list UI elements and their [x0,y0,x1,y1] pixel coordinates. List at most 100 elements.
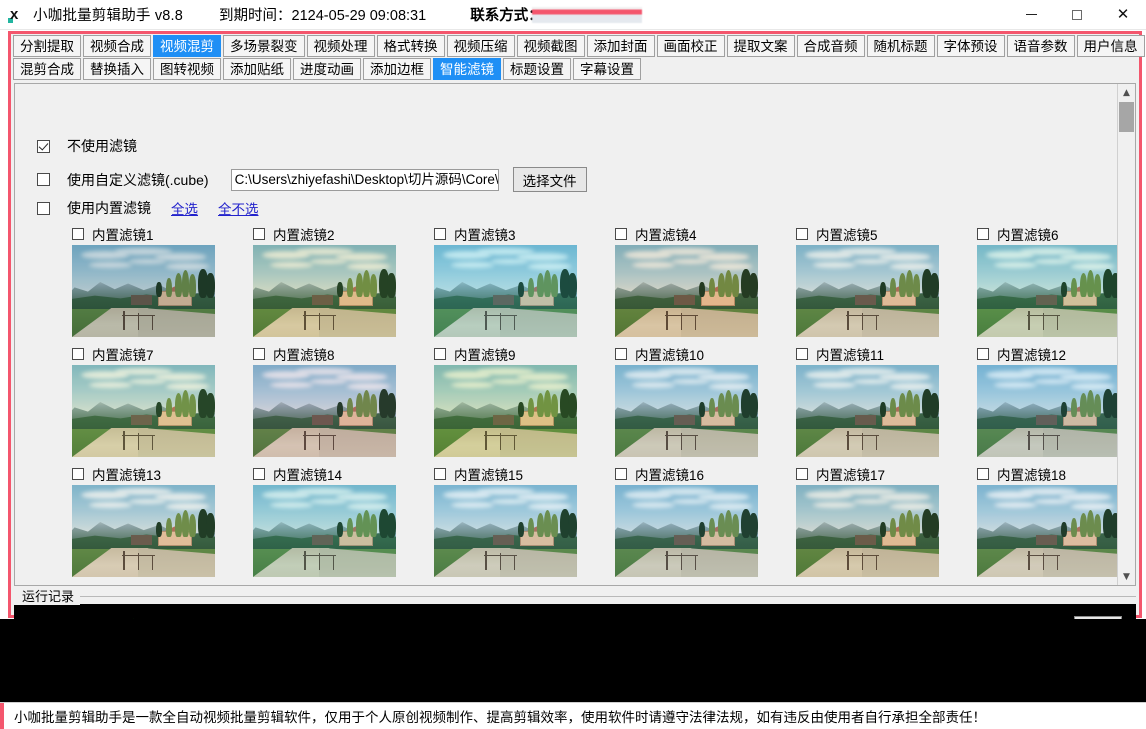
checkbox-filter-14[interactable] [253,468,265,480]
filter-cell-header[interactable]: 内置滤镜3 [393,224,569,244]
tab-primary-1[interactable]: 分割提取 [13,35,81,57]
checkbox-filter-18[interactable] [977,468,989,480]
choose-file-button[interactable]: 选择文件 [512,167,587,192]
filter-cell-header[interactable]: 内置滤镜23 [755,584,931,585]
checkbox-filter-1[interactable] [72,228,84,240]
tab-primary-10[interactable]: 画面校正 [656,35,725,57]
tab-primary-11[interactable]: 提取文案 [726,35,795,57]
filter-preview-thumbnail[interactable] [796,485,939,577]
filter-cell-header[interactable]: 内置滤镜24 [936,584,1112,585]
tab-primary-13[interactable]: 随机标题 [866,35,935,57]
checkbox-filter-17[interactable] [796,468,808,480]
checkbox-filter-15[interactable] [434,468,446,480]
tab-primary-8[interactable]: 视频截图 [516,35,585,57]
tab-primary-15[interactable]: 语音参数 [1006,35,1075,57]
filter-preview-thumbnail[interactable] [253,485,396,577]
tab-secondary-4[interactable]: 添加贴纸 [223,58,291,80]
filter-preview-thumbnail[interactable] [434,365,577,457]
filter-preview-thumbnail[interactable] [615,365,758,457]
tab-secondary-6[interactable]: 添加边框 [363,58,431,80]
filter-preview-thumbnail[interactable] [253,365,396,457]
filter-preview-thumbnail[interactable] [72,485,215,577]
select-none-link[interactable]: 全不选 [218,198,259,218]
filter-cell-header[interactable]: 内置滤镜6 [936,224,1112,244]
tab-primary-2[interactable]: 视频合成 [83,35,151,57]
checkbox-filter-7[interactable] [72,348,84,360]
checkbox-filter-6[interactable] [977,228,989,240]
minimize-button[interactable] [1008,0,1054,30]
filter-preview-thumbnail[interactable] [72,365,215,457]
checkbox-filter-16[interactable] [615,468,627,480]
tab-primary-9[interactable]: 添加封面 [586,35,655,57]
select-all-link[interactable]: 全选 [171,198,198,218]
scroll-up-arrow-icon[interactable]: ▲ [1118,84,1135,101]
tab-primary-16[interactable]: 用户信息 [1076,35,1145,57]
checkbox-filter-9[interactable] [434,348,446,360]
filter-cell-header[interactable]: 内置滤镜16 [574,464,750,484]
filter-cell-header[interactable]: 内置滤镜1 [31,224,207,244]
scroll-down-arrow-icon[interactable]: ▼ [1118,568,1135,585]
filter-cell-header[interactable]: 内置滤镜21 [393,584,569,585]
filter-cell-header[interactable]: 内置滤镜18 [936,464,1112,484]
filter-cell-header[interactable]: 内置滤镜2 [212,224,388,244]
filter-grid-scrollbar[interactable]: ▲ ▼ [1117,84,1134,585]
option-builtin-filter-row[interactable]: 使用内置滤镜 全选 全不选 [37,198,259,218]
tab-secondary-2[interactable]: 替换插入 [83,58,151,80]
checkbox-custom-filter[interactable] [37,173,50,186]
tab-secondary-5[interactable]: 进度动画 [293,58,361,80]
tab-primary-3[interactable]: 视频混剪 [153,35,221,57]
filter-cell-header[interactable]: 内置滤镜10 [574,344,750,364]
tab-primary-4[interactable]: 多场景裂变 [223,35,305,57]
tab-primary-7[interactable]: 视频压缩 [446,35,515,57]
checkbox-filter-5[interactable] [796,228,808,240]
checkbox-no-filter[interactable] [37,139,50,153]
filter-cell-header[interactable]: 内置滤镜5 [755,224,931,244]
filter-cell-header[interactable]: 内置滤镜4 [574,224,750,244]
filter-cell-header[interactable]: 内置滤镜11 [755,344,931,364]
filter-preview-thumbnail[interactable] [977,245,1120,337]
filter-preview-thumbnail[interactable] [434,245,577,337]
tab-secondary-9[interactable]: 字幕设置 [573,58,641,80]
scrollbar-thumb[interactable] [1119,102,1134,132]
checkbox-filter-10[interactable] [615,348,627,360]
filter-preview-thumbnail[interactable] [72,245,215,337]
filter-cell-header[interactable]: 内置滤镜9 [393,344,569,364]
filter-preview-thumbnail[interactable] [253,245,396,337]
filter-preview-thumbnail[interactable] [977,365,1120,457]
filter-preview-thumbnail[interactable] [977,485,1120,577]
checkbox-filter-8[interactable] [253,348,265,360]
tab-primary-12[interactable]: 合成音频 [796,35,865,57]
filter-preview-thumbnail[interactable] [615,485,758,577]
maximize-button[interactable] [1054,0,1100,30]
filter-cell-header[interactable]: 内置滤镜7 [31,344,207,364]
tab-secondary-3[interactable]: 图转视频 [153,58,221,80]
tab-primary-6[interactable]: 格式转换 [376,35,445,57]
filter-cell-header[interactable]: 内置滤镜12 [936,344,1112,364]
filter-preview-thumbnail[interactable] [796,245,939,337]
filter-cell-header[interactable]: 内置滤镜22 [574,584,750,585]
filter-cell-header[interactable]: 内置滤镜15 [393,464,569,484]
option-custom-filter-row[interactable]: 使用自定义滤镜(.cube) C:\Users\zhiyefashi\Deskt… [37,167,587,192]
filter-cell-header[interactable]: 内置滤镜13 [31,464,207,484]
option-no-filter-row[interactable]: 不使用滤镜 [37,136,137,156]
filter-cell-header[interactable]: 内置滤镜8 [212,344,388,364]
checkbox-filter-2[interactable] [253,228,265,240]
filter-cell-header[interactable]: 内置滤镜20 [212,584,388,585]
checkbox-filter-12[interactable] [977,348,989,360]
checkbox-filter-11[interactable] [796,348,808,360]
cube-path-input[interactable]: C:\Users\zhiyefashi\Desktop\切片源码\Core\2 [230,168,499,191]
filter-preview-thumbnail[interactable] [796,365,939,457]
tab-secondary-1[interactable]: 混剪合成 [13,58,81,80]
checkbox-filter-4[interactable] [615,228,627,240]
tab-secondary-7[interactable]: 智能滤镜 [433,58,501,80]
filter-cell-header[interactable]: 内置滤镜14 [212,464,388,484]
filter-cell-header[interactable]: 内置滤镜17 [755,464,931,484]
checkbox-filter-13[interactable] [72,468,84,480]
checkbox-builtin-filter[interactable] [37,201,50,215]
tab-secondary-8[interactable]: 标题设置 [503,58,571,80]
checkbox-filter-3[interactable] [434,228,446,240]
tab-primary-14[interactable]: 字体预设 [936,35,1005,57]
tab-primary-5[interactable]: 视频处理 [306,35,375,57]
filter-preview-thumbnail[interactable] [434,485,577,577]
filter-preview-thumbnail[interactable] [615,245,758,337]
